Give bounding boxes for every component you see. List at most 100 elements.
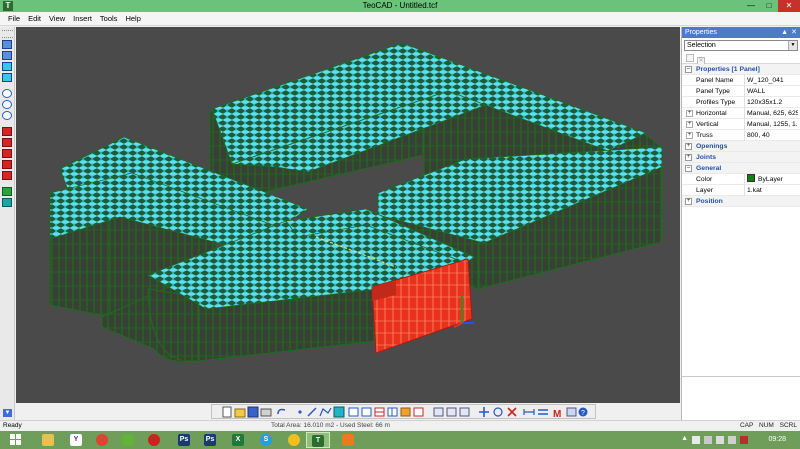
prop-value[interactable]: W_120_041 <box>744 75 798 86</box>
prop-value[interactable]: Manual, 625, 625 <box>744 108 798 119</box>
floor-panel-icon[interactable] <box>2 149 12 158</box>
wall-panel-alt-icon[interactable] <box>2 138 12 147</box>
category-properties-label: Properties [1 Panel] <box>696 66 760 73</box>
properties-description-area <box>682 376 800 420</box>
category-joints[interactable]: + Joints <box>682 152 800 163</box>
menu-help[interactable]: Help <box>121 12 144 26</box>
rotate-icon <box>493 407 503 417</box>
prop-value: ByLayer <box>758 176 783 183</box>
photoshop-icon-2[interactable]: Ps <box>198 432 222 448</box>
network-icon[interactable] <box>716 436 724 444</box>
rect-icon <box>348 407 359 417</box>
view-back-icon[interactable] <box>2 51 12 60</box>
cad-viewport[interactable] <box>16 27 680 403</box>
maximize-button[interactable]: □ <box>760 0 778 12</box>
category-joints-label: Joints <box>696 154 717 161</box>
opera-icon[interactable] <box>142 432 166 448</box>
open-file-icon <box>234 408 246 418</box>
category-openings[interactable]: + Openings <box>682 141 800 152</box>
app-orange-icon[interactable] <box>336 432 360 448</box>
toolbar-grip[interactable] <box>1 30 13 38</box>
new-icon[interactable] <box>686 54 694 62</box>
menu-view[interactable]: View <box>45 12 69 26</box>
menu-file[interactable]: File <box>4 12 24 26</box>
excel-icon[interactable]: X <box>226 432 250 448</box>
prop-row-color[interactable]: Color ByLayer <box>682 174 800 185</box>
prop-value-color[interactable]: ByLayer <box>744 174 798 185</box>
color-swatch <box>747 174 755 182</box>
zoom-in-icon[interactable] <box>2 89 12 98</box>
yahoo-icon[interactable]: Y <box>64 432 88 448</box>
status-keys: CAP NUM SCRL <box>736 421 797 431</box>
category-openings-label: Openings <box>696 143 728 150</box>
expand-icon[interactable]: + <box>685 154 692 161</box>
close-button[interactable]: ✕ <box>778 0 800 12</box>
prop-value[interactable]: 120x35x1.2 <box>744 97 798 108</box>
selection-dropdown[interactable]: Selection ▼ <box>684 40 798 51</box>
truss-icon[interactable] <box>2 171 12 180</box>
prop-value[interactable]: Manual, 1255, 1... <box>744 119 798 130</box>
line-icon <box>307 407 317 417</box>
file-explorer-icon[interactable] <box>36 432 60 448</box>
prop-value[interactable]: WALL <box>744 86 798 97</box>
pin-icon[interactable]: ▲ <box>781 27 788 38</box>
category-properties[interactable]: – Properties [1 Panel] <box>682 64 800 75</box>
panel-red-icon <box>374 407 385 417</box>
collapse-icon[interactable]: – <box>685 66 692 73</box>
tray-expand-icon[interactable]: ▲ <box>681 435 688 442</box>
prop-row-truss[interactable]: + Truss 800, 40 <box>682 130 800 141</box>
category-position[interactable]: + Position <box>682 196 800 207</box>
evernote-icon[interactable] <box>116 432 140 448</box>
view-iso-icon[interactable] <box>2 73 12 82</box>
app-yellow-icon[interactable] <box>282 432 306 448</box>
prop-row-panel-name[interactable]: Panel Name W_120_041 <box>682 75 800 86</box>
prop-value[interactable]: 1.kat <box>744 185 798 196</box>
save-icon <box>247 406 259 418</box>
view-top-icon[interactable] <box>2 62 12 71</box>
menu-tools[interactable]: Tools <box>96 12 122 26</box>
battery-icon[interactable] <box>704 436 712 444</box>
prop-name: Panel Type <box>696 88 730 95</box>
chevron-down-icon[interactable]: ▼ <box>788 41 797 50</box>
zoom-out-icon[interactable] <box>2 100 12 109</box>
skype-icon[interactable]: S <box>254 432 278 448</box>
language-icon[interactable] <box>740 436 748 444</box>
chrome-icon[interactable] <box>90 432 114 448</box>
teocad-task-icon[interactable]: T <box>306 432 330 448</box>
prop-row-layer[interactable]: Layer 1.kat <box>682 185 800 196</box>
volume-icon[interactable] <box>728 436 736 444</box>
left-toolbar: ▼ <box>0 27 15 420</box>
toolbar-scroll-down-icon[interactable]: ▼ <box>3 409 12 417</box>
flag-icon[interactable] <box>692 436 700 444</box>
expand-icon[interactable]: + <box>686 110 693 117</box>
expand-icon[interactable]: + <box>686 121 693 128</box>
prop-row-panel-type[interactable]: Panel Type WALL <box>682 86 800 97</box>
wall-panel-icon[interactable] <box>2 127 12 136</box>
prop-row-horizontal[interactable]: + Horizontal Manual, 625, 625 <box>682 108 800 119</box>
view-front-icon[interactable] <box>2 40 12 49</box>
prop-value[interactable]: 800, 40 <box>744 130 798 141</box>
menu-edit[interactable]: Edit <box>24 12 45 26</box>
photoshop-icon[interactable]: Ps <box>172 432 196 448</box>
prop-row-vertical[interactable]: + Vertical Manual, 1255, 1... <box>682 119 800 130</box>
roof-panel-icon[interactable] <box>2 160 12 169</box>
clock[interactable]: 09:28 <box>768 431 786 449</box>
prop-row-profiles-type[interactable]: Profiles Type 120x35x1.2 <box>682 97 800 108</box>
menu-insert[interactable]: Insert <box>69 12 96 26</box>
stack-icon[interactable] <box>2 198 12 207</box>
zoom-extents-icon[interactable] <box>2 111 12 120</box>
category-general[interactable]: – General <box>682 163 800 174</box>
expand-icon[interactable]: + <box>685 198 692 205</box>
prop-name: Color <box>696 176 713 183</box>
prop-name: Truss <box>696 132 713 139</box>
collapse-icon[interactable]: – <box>685 165 692 172</box>
expand-icon[interactable]: + <box>686 132 693 139</box>
minimize-button[interactable]: — <box>742 0 760 12</box>
layer-icon[interactable] <box>2 187 12 196</box>
panel-close-icon[interactable]: ✕ <box>791 27 797 38</box>
menu-bar: File Edit View Insert Tools Help <box>0 12 800 26</box>
windows-start-icon[interactable] <box>4 433 28 447</box>
status-cap: CAP <box>739 422 754 429</box>
expand-icon[interactable]: + <box>685 143 692 150</box>
layout-icon <box>433 407 444 417</box>
